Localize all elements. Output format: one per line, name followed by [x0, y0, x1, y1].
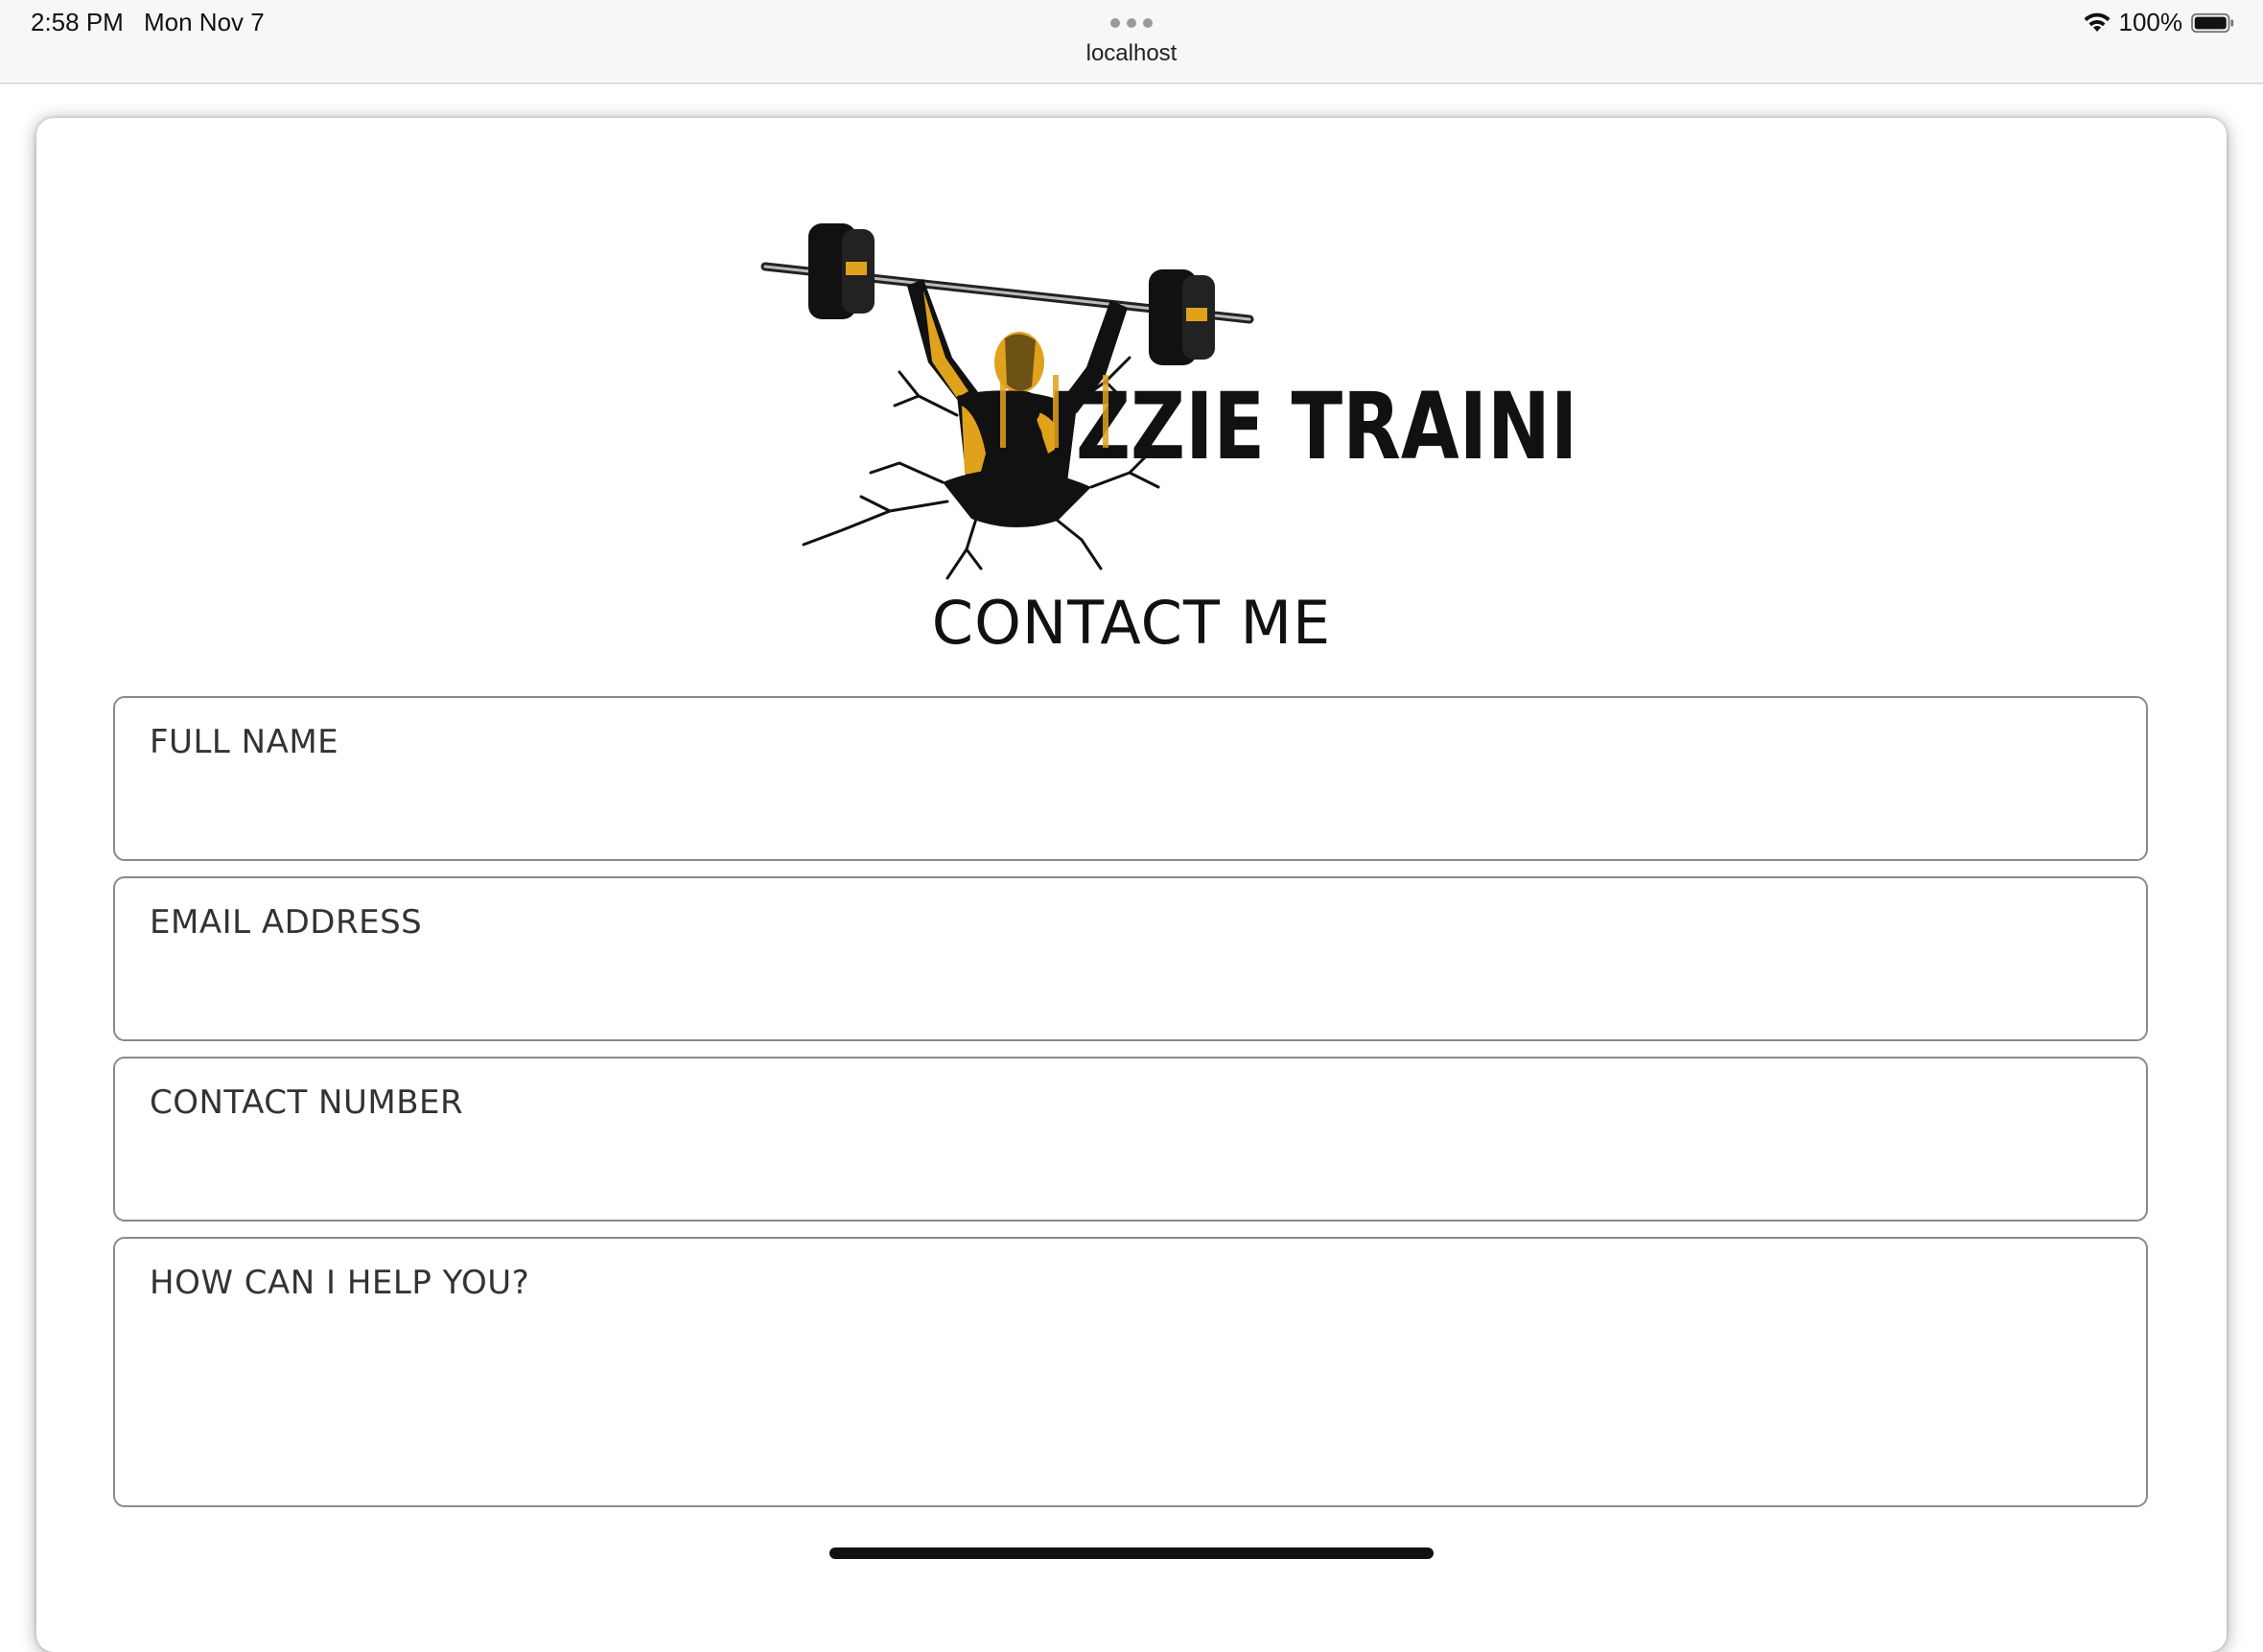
more-dots-icon[interactable]: [1110, 17, 1153, 29]
bizzie-trainer-logo: BIZZIE TRAINER: [760, 223, 1571, 580]
battery-icon: [2191, 12, 2234, 33]
contact-number-field[interactable]: CONTACT NUMBER: [113, 1057, 2148, 1222]
message-placeholder: HOW CAN I HELP YOU?: [150, 1264, 530, 1302]
battery-percent: 100%: [2118, 8, 2183, 36]
home-indicator[interactable]: [829, 1547, 1434, 1559]
wifi-icon: [2084, 12, 2110, 32]
email-placeholder: EMAIL ADDRESS: [150, 903, 423, 942]
full-name-field[interactable]: FULL NAME: [113, 696, 2148, 861]
status-time: 2:58 PM: [31, 8, 124, 36]
email-field[interactable]: EMAIL ADDRESS: [113, 876, 2148, 1041]
status-date: Mon Nov 7: [144, 8, 265, 36]
message-textarea[interactable]: HOW CAN I HELP YOU?: [113, 1237, 2148, 1507]
contact-number-placeholder: CONTACT NUMBER: [150, 1083, 464, 1122]
page-title: CONTACT ME: [931, 588, 1332, 658]
contact-card: BIZZIE TRAINER CONTACT ME FULL NAME EMAI…: [36, 118, 2227, 1652]
status-right: 100%: [2083, 8, 2237, 37]
address-bar-url[interactable]: localhost: [0, 40, 2263, 67]
full-name-placeholder: FULL NAME: [150, 723, 339, 761]
logo-text: BIZZIE TRAINER: [991, 373, 1571, 480]
status-bar: 2:58 PM Mon Nov 7 localhost 100%: [0, 0, 2263, 84]
